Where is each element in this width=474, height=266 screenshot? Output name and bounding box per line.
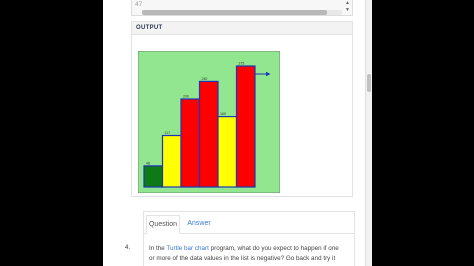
bar-label-4: 240 — [202, 77, 208, 81]
bar-label-6: 275 — [239, 62, 245, 66]
bar-2 — [161, 134, 182, 188]
page-scrollbar-thumb[interactable] — [367, 74, 371, 92]
bar-label-3: 200 — [183, 95, 189, 99]
scroll-down-arrow-icon[interactable]: ▼ — [345, 7, 350, 13]
question-number: 4. — [125, 245, 131, 251]
bar-1 — [143, 165, 164, 188]
question-text: In the Turtle bar chart program, what do… — [149, 244, 339, 264]
output-header: OUTPUT — [132, 22, 352, 35]
turtle-bar-chart-link[interactable]: Turtle bar chart — [166, 245, 208, 252]
page-vertical-scrollbar[interactable] — [365, 0, 372, 266]
scroll-up-arrow-icon[interactable]: ▲ — [345, 0, 350, 6]
tab-question[interactable]: Question — [146, 215, 180, 234]
editor-scrollbar-thumb[interactable] — [142, 10, 327, 15]
bar-label-1: 48 — [146, 161, 150, 165]
tab-bar: Question Answer — [144, 212, 354, 234]
bar-4 — [198, 80, 219, 188]
editor-line-number: 47 — [135, 1, 143, 8]
bar-label-5: 160 — [220, 112, 226, 116]
editor-horizontal-scrollbar[interactable] — [142, 10, 342, 15]
bar-6 — [235, 65, 256, 188]
tab-answer[interactable]: Answer — [184, 215, 214, 234]
code-editor[interactable]: 47 ▲ ▼ — [131, 0, 353, 16]
video-letterbox-left — [0, 0, 103, 266]
question-text-before: In the — [149, 245, 167, 252]
turtle-canvas: 48 117 200 240 160 275 — [138, 51, 280, 193]
bar-5 — [217, 115, 238, 188]
page-content: 47 ▲ ▼ OUTPUT 48 117 200 240 160 275 Question… — [103, 0, 372, 266]
bar-3 — [180, 98, 201, 188]
video-letterbox-right — [372, 0, 474, 266]
output-label: OUTPUT — [136, 25, 163, 31]
bar-label-2: 117 — [165, 131, 171, 135]
